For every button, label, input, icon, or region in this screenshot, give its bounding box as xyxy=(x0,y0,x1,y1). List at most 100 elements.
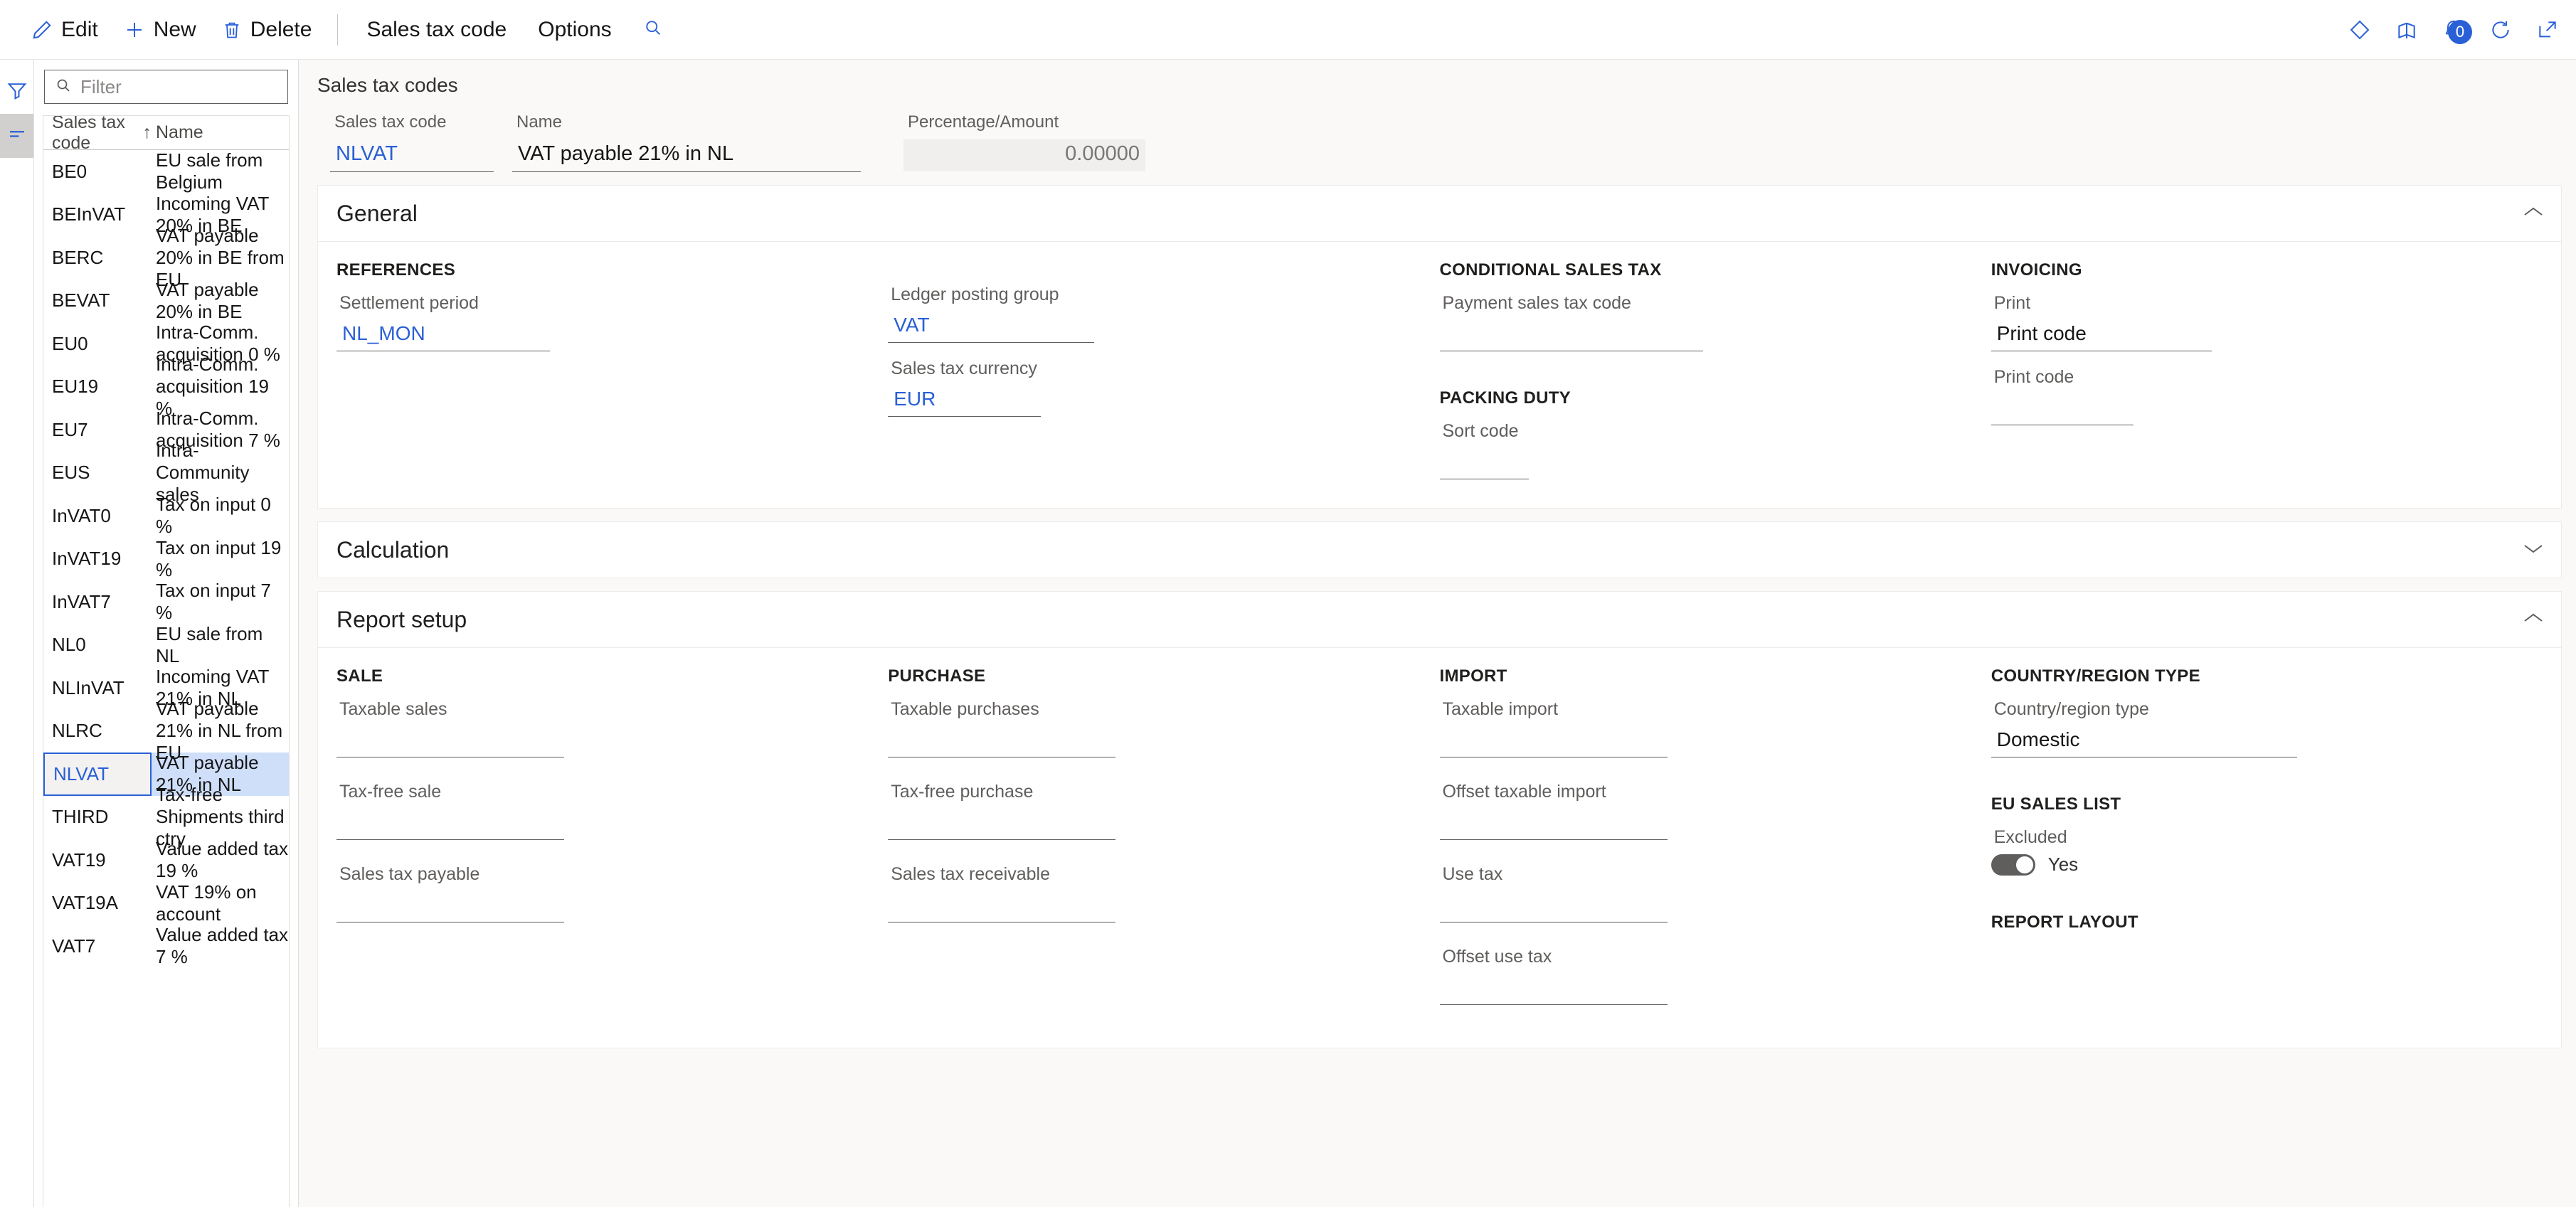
sort-code-input[interactable] xyxy=(1439,446,1529,479)
filter-pane-toggle[interactable] xyxy=(0,70,33,114)
cell-name[interactable]: Tax on input 19 % xyxy=(152,537,289,581)
delete-label: Delete xyxy=(250,17,312,41)
input-taxable-import[interactable] xyxy=(1439,724,1668,757)
options-menu[interactable]: Options xyxy=(522,9,627,51)
cell-name[interactable]: VAT payable 20% in BE xyxy=(152,279,289,323)
cell-sales-tax-code[interactable]: VAT19A xyxy=(43,892,152,914)
open-in-new-icon[interactable] xyxy=(2536,18,2559,41)
cell-sales-tax-code[interactable]: VAT7 xyxy=(43,935,152,957)
input-use-tax[interactable] xyxy=(1439,889,1668,922)
chevron-down-icon[interactable] xyxy=(2523,542,2544,558)
field-label: Use tax xyxy=(1442,864,1503,884)
payment-sales-tax-code-input[interactable] xyxy=(1439,318,1703,351)
table-row[interactable]: EUS Intra-Community sales xyxy=(43,440,289,505)
table-row[interactable]: VAT19A VAT 19% on account xyxy=(43,881,289,925)
cell-sales-tax-code[interactable]: NLVAT xyxy=(43,753,152,796)
cell-sales-tax-code[interactable]: EU19 xyxy=(43,376,152,398)
input-sales-tax-payable[interactable] xyxy=(336,889,564,922)
input-tax-free-purchase[interactable] xyxy=(888,807,1116,840)
table-row[interactable]: VAT19 Value added tax 19 % xyxy=(43,838,289,882)
table-row[interactable]: InVAT7 Tax on input 7 % xyxy=(43,580,289,624)
table-row[interactable]: EU19 Intra-Comm. acquisition 19 % xyxy=(43,353,289,419)
section-report-setup-header[interactable]: Report setup xyxy=(318,592,2561,647)
sales-tax-code-input[interactable] xyxy=(330,139,494,172)
sales-tax-currency-input[interactable] xyxy=(888,383,1041,417)
field-print-code: Print code xyxy=(1991,367,2520,425)
cell-name[interactable]: Value added tax 7 % xyxy=(152,924,289,968)
column-header-name[interactable]: Name xyxy=(152,122,289,143)
column-header-sales-tax-code[interactable]: Sales tax code ↑ xyxy=(43,116,152,154)
cell-name[interactable]: EU sale from Belgium xyxy=(152,149,289,193)
section-general-header[interactable]: General xyxy=(318,186,2561,241)
field-offset-taxable-import: Offset taxable import xyxy=(1439,782,1968,840)
sale-field-list: Taxable sales Tax-free sale Sales tax paya… xyxy=(336,699,865,922)
field-name: Name xyxy=(512,112,861,172)
new-button[interactable]: New xyxy=(111,9,209,51)
input-sales-tax-receivable[interactable] xyxy=(888,889,1116,922)
ledger-posting-group-input[interactable] xyxy=(888,309,1095,343)
cell-name[interactable]: Value added tax 19 % xyxy=(152,838,289,882)
table-row[interactable]: InVAT0 Tax on input 0 % xyxy=(43,494,289,538)
table-row[interactable]: BEVAT VAT payable 20% in BE xyxy=(43,279,289,323)
group-title-eu-sales-list: EU SALES LIST xyxy=(1991,794,2121,814)
print-select[interactable] xyxy=(1991,318,2212,351)
cell-name[interactable]: VAT 19% on account xyxy=(152,881,289,925)
table-row[interactable]: NL0 EU sale from NL xyxy=(43,623,289,667)
delete-button[interactable]: Delete xyxy=(209,9,325,51)
search-button[interactable] xyxy=(627,18,679,41)
table-row[interactable]: BE0 EU sale from Belgium xyxy=(43,149,289,193)
field-label: Sales tax payable xyxy=(339,864,480,884)
cell-sales-tax-code[interactable]: BE0 xyxy=(43,161,152,183)
input-taxable-purchases[interactable] xyxy=(888,724,1116,757)
filter-input[interactable] xyxy=(80,75,319,98)
cell-sales-tax-code[interactable]: VAT19 xyxy=(43,849,152,871)
cell-name[interactable]: Tax on input 7 % xyxy=(152,580,289,624)
field-label: Sales tax receivable xyxy=(891,864,1050,884)
input-taxable-sales[interactable] xyxy=(336,724,564,757)
input-offset-taxable-import[interactable] xyxy=(1439,807,1668,840)
name-input[interactable] xyxy=(512,139,861,172)
cell-sales-tax-code[interactable]: InVAT19 xyxy=(43,548,152,570)
settlement-period-input[interactable] xyxy=(336,318,550,351)
excluded-toggle[interactable] xyxy=(1991,854,2035,876)
field-label: Name xyxy=(516,112,563,132)
table-row[interactable]: InVAT19 Tax on input 19 % xyxy=(43,537,289,581)
section-calculation-header[interactable]: Calculation xyxy=(318,522,2561,578)
cell-sales-tax-code[interactable]: EU7 xyxy=(43,419,152,441)
diamond-icon[interactable] xyxy=(2348,18,2371,41)
table-row[interactable]: NLRC VAT payable 21% in NL from EU xyxy=(43,698,289,763)
input-offset-use-tax[interactable] xyxy=(1439,972,1668,1005)
input-tax-free-sale[interactable] xyxy=(336,807,564,840)
book-open-icon[interactable] xyxy=(2395,18,2418,41)
list-pane-toggle[interactable] xyxy=(0,114,33,158)
sales-tax-code-menu[interactable]: Sales tax code xyxy=(351,9,522,51)
country-region-type-select[interactable] xyxy=(1991,724,2297,757)
cell-name[interactable]: Tax on input 0 % xyxy=(152,494,289,538)
notifications-icon[interactable]: 0 xyxy=(2442,18,2472,44)
print-code-input[interactable] xyxy=(1991,392,2134,425)
table-row[interactable]: VAT7 Value added tax 7 % xyxy=(43,924,289,968)
percentage-amount-input[interactable] xyxy=(903,139,1145,171)
table-row[interactable]: BERC VAT payable 20% in BE from EU xyxy=(43,225,289,290)
cell-sales-tax-code[interactable]: EU0 xyxy=(43,333,152,355)
table-row[interactable]: THIRD Tax-free Shipments third ctry xyxy=(43,784,289,849)
cell-sales-tax-code[interactable]: EUS xyxy=(43,462,152,484)
chevron-up-icon[interactable] xyxy=(2523,612,2544,628)
filter-box[interactable] xyxy=(44,70,319,104)
edit-button[interactable]: Edit xyxy=(18,9,111,51)
cell-sales-tax-code[interactable]: NL0 xyxy=(43,634,152,656)
cell-sales-tax-code[interactable]: BEInVAT xyxy=(43,203,152,225)
cell-sales-tax-code[interactable]: NLInVAT xyxy=(43,677,152,699)
group-title: CONDITIONAL SALES TAX xyxy=(1439,260,1662,280)
cell-sales-tax-code[interactable]: THIRD xyxy=(43,806,152,828)
chevron-up-icon[interactable] xyxy=(2523,206,2544,222)
field-country-region-type: Country/region type xyxy=(1991,699,2520,757)
cell-sales-tax-code[interactable]: NLRC xyxy=(43,720,152,742)
cell-sales-tax-code[interactable]: BEVAT xyxy=(43,289,152,312)
cell-name[interactable]: EU sale from NL xyxy=(152,623,289,667)
field-ledger-posting-group: Ledger posting group xyxy=(888,285,1416,343)
cell-sales-tax-code[interactable]: InVAT0 xyxy=(43,505,152,527)
refresh-icon[interactable] xyxy=(2489,18,2512,41)
cell-sales-tax-code[interactable]: InVAT7 xyxy=(43,591,152,613)
cell-sales-tax-code[interactable]: BERC xyxy=(43,247,152,269)
